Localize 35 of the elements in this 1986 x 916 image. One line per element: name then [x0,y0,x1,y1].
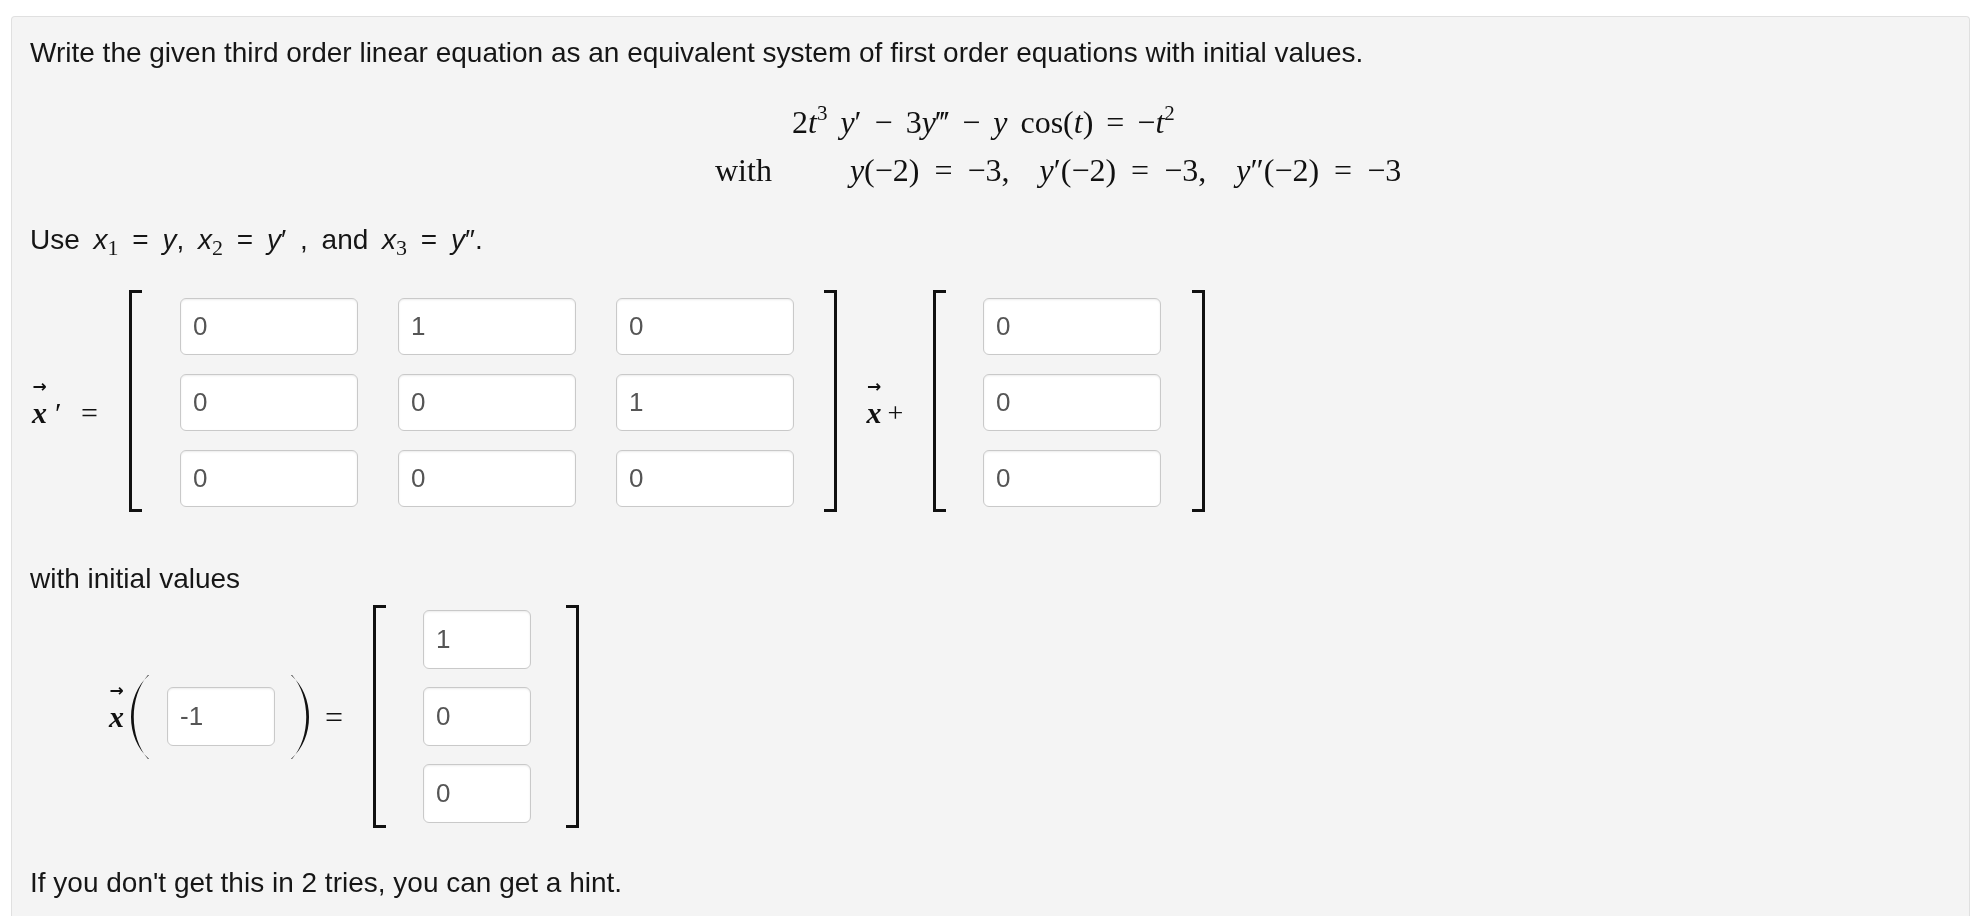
vector-symbol: x [109,701,124,732]
matrix-entry-field[interactable]: 1 [398,298,576,355]
vector-symbol: x [866,398,882,428]
equals-sign: = [325,701,344,732]
initial-condition-text: y(−2) = −3, [849,151,1010,190]
left-parenthesis-icon [131,674,149,759]
matrix-entry-field[interactable]: 1 [616,374,794,431]
vector-arrow: → [866,375,882,398]
matrix-entry-field[interactable]: 0 [180,298,358,355]
time-field[interactable]: -1 [167,687,275,746]
matrix-entry-field[interactable]: 0 [180,450,358,507]
instructions-text: Write the given third order linear equation as an equivalent system of first order equations with initial values. [30,37,1364,69]
vector-entry-field[interactable]: 1 [423,610,532,669]
vector-arrow: → [32,375,47,398]
initial-condition-text: y′(−2) = −3, [1039,151,1207,190]
hint-text: If you don't get this in 2 tries, you can get a hint. [30,867,623,899]
matrix-entry-field[interactable]: 0 [398,374,576,431]
vector-entry-field[interactable]: 0 [423,687,532,746]
operator-text: + [887,398,904,428]
vector-entry-field[interactable]: 0 [983,450,1161,507]
substitution-text: Use x$_{1}$ = y, x$_{2}$ = y′ , and x$_{3}$ = y″. [30,223,483,257]
matrix-entry-field[interactable]: 0 [616,298,794,355]
vector-arrow: → [109,678,124,702]
operator-text: ′ = [55,398,98,428]
with-label: with [715,151,772,190]
vector-entry-field[interactable]: 0 [983,298,1161,355]
matrix-entry-field[interactable]: 0 [180,374,358,431]
vector-symbol: x [32,398,47,428]
right-parenthesis-icon [291,674,309,759]
vector-entry-field[interactable]: 0 [423,764,532,823]
equation-text: 2t$^{3}$ y′ − 3y‴ − y cos(t) = −t$^{2}$ [792,102,1175,142]
matrix-entry-field[interactable]: 0 [398,450,576,507]
vector-entry-field[interactable]: 0 [983,374,1161,431]
initial-values-label: with initial values [30,563,241,595]
matrix-entry-field[interactable]: 0 [616,450,794,507]
